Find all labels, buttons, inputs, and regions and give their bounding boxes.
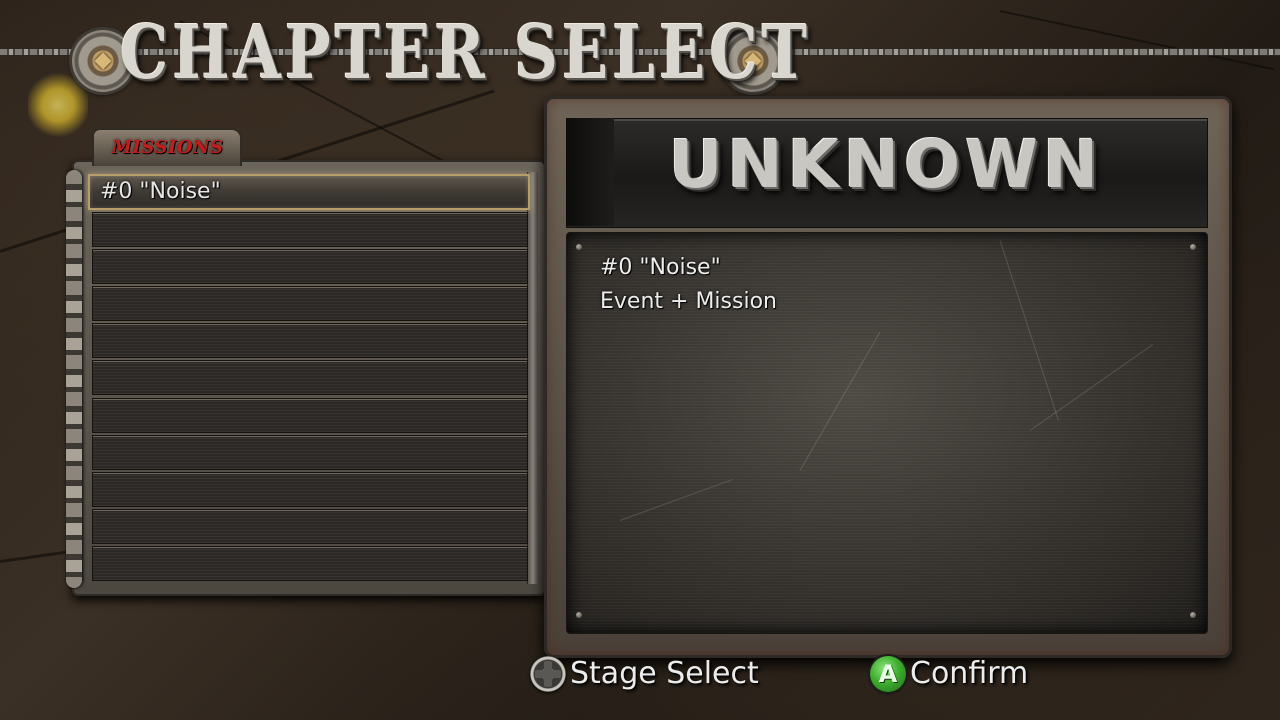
mission-slot[interactable] bbox=[92, 249, 528, 284]
mission-slot[interactable] bbox=[92, 472, 528, 507]
mission-slot[interactable] bbox=[92, 435, 528, 470]
mission-list-chain bbox=[66, 170, 82, 588]
mission-slot-selected[interactable]: #0 "Noise" bbox=[88, 174, 530, 210]
rivet bbox=[1190, 244, 1196, 250]
mission-slot[interactable] bbox=[92, 398, 528, 433]
stage-select-prompt[interactable]: Stage Select bbox=[570, 656, 759, 691]
mission-info-title: UNKNOWN bbox=[668, 126, 1104, 203]
background-crack bbox=[999, 10, 1275, 71]
mission-list-scrollbar[interactable] bbox=[527, 172, 538, 584]
mission-slot[interactable] bbox=[92, 286, 528, 321]
rivet bbox=[576, 612, 582, 618]
a-button-icon: A bbox=[870, 656, 906, 692]
mission-slot[interactable] bbox=[92, 360, 528, 395]
mission-slot-label: #0 "Noise" bbox=[100, 179, 221, 204]
rivet bbox=[576, 244, 582, 250]
mission-info-type: Event + Mission bbox=[600, 289, 777, 314]
mission-info-name: #0 "Noise" bbox=[600, 255, 721, 280]
mission-slot[interactable] bbox=[92, 212, 528, 247]
missions-tab-label: MISSIONS bbox=[112, 137, 224, 158]
mission-slot[interactable] bbox=[92, 546, 528, 581]
dpad-icon bbox=[530, 656, 566, 692]
mission-slot[interactable] bbox=[92, 509, 528, 544]
rivet bbox=[1190, 612, 1196, 618]
mission-slot[interactable] bbox=[92, 323, 528, 358]
page-title: CHAPTER SELECT bbox=[120, 10, 812, 96]
confirm-prompt[interactable]: Confirm bbox=[910, 656, 1028, 691]
